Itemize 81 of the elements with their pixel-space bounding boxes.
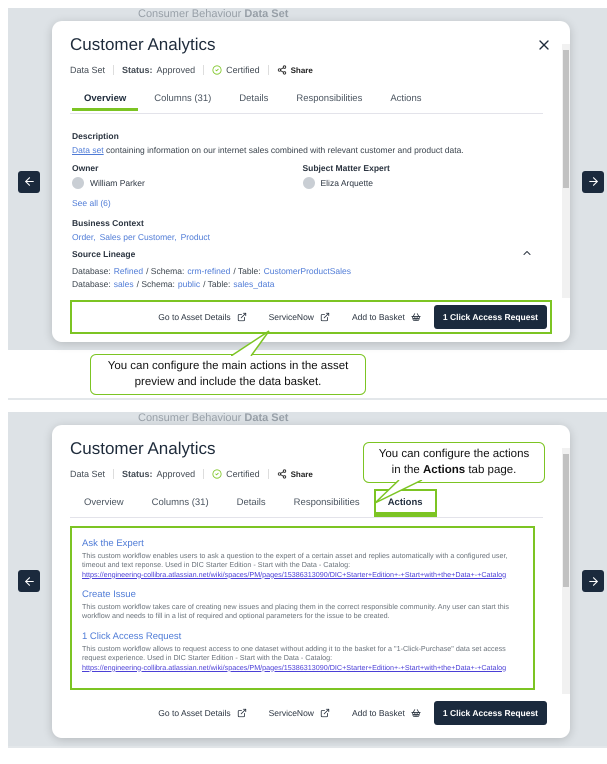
action-title-link[interactable]: 1 Click Access Request xyxy=(82,630,523,642)
asset-type: Data Set xyxy=(70,65,106,75)
tab[interactable]: Details xyxy=(225,85,282,113)
dialog-title: Customer Analytics xyxy=(70,439,216,460)
tab[interactable]: Columns (31) xyxy=(140,85,226,113)
lineage-link[interactable]: Refined xyxy=(114,266,144,276)
arrow-right-icon xyxy=(586,574,600,588)
next-arrow-button[interactable] xyxy=(582,170,604,193)
footer-action-button[interactable]: Go to Asset Details xyxy=(149,305,256,330)
footer-action-button[interactable]: 1 Click Access Request xyxy=(434,700,547,725)
background-page-title: Consumer Behaviour Data Set xyxy=(137,412,290,426)
description-link[interactable]: Data set xyxy=(72,145,104,155)
description-text: Data set containing information on our internet sales combined with relevant customer and product data. xyxy=(72,145,465,156)
lineage-link[interactable]: public xyxy=(178,279,200,290)
avatar-icon xyxy=(72,177,84,190)
lineage-link[interactable]: sales_data xyxy=(233,279,274,290)
basket-icon xyxy=(410,708,421,718)
previous-arrow-button[interactable] xyxy=(18,570,40,592)
tab[interactable]: Actions xyxy=(376,85,436,113)
footer-action-button[interactable]: ServiceNow xyxy=(260,305,339,330)
lineage-label: / Schema: xyxy=(146,266,184,276)
tab[interactable]: Responsibilities xyxy=(282,85,376,113)
share-button[interactable]: Share xyxy=(268,65,313,75)
context-tag-link[interactable]: Order, xyxy=(72,232,96,242)
check-circle-icon xyxy=(212,469,222,480)
lineage-label: / Table: xyxy=(233,266,261,276)
person-name: William Parker xyxy=(90,178,145,188)
next-arrow-button[interactable] xyxy=(582,570,604,592)
share-icon xyxy=(276,65,287,75)
callout-text: You can configure the main actions in the asset preview and include the data basket. xyxy=(108,360,348,388)
lineage-link[interactable]: crm-refined xyxy=(187,266,230,276)
share-icon xyxy=(276,469,287,480)
arrow-left-icon xyxy=(22,175,36,188)
footer-action-button[interactable]: 1 Click Access Request xyxy=(434,305,547,330)
arrow-left-icon xyxy=(22,574,36,588)
tab[interactable]: Overview xyxy=(70,489,138,518)
context-tag-link[interactable]: Sales per Customer, xyxy=(100,232,177,242)
check-circle-icon xyxy=(212,65,222,75)
asset-type: Data Set xyxy=(70,469,106,480)
tab[interactable]: Details xyxy=(222,489,280,518)
context-tag-link[interactable]: Product xyxy=(180,232,210,242)
asset-status: Status: Approved xyxy=(113,65,204,75)
basket-icon xyxy=(410,312,421,322)
section-heading: Description xyxy=(72,131,120,141)
dialog-title: Customer Analytics xyxy=(70,35,216,55)
tab[interactable]: Overview xyxy=(70,85,140,113)
footer-action-button[interactable]: Add to Basket xyxy=(342,305,430,330)
external-link-icon xyxy=(320,312,330,322)
avatar-icon xyxy=(302,177,314,190)
tab[interactable]: Responsibilities xyxy=(280,489,374,518)
share-button[interactable]: Share xyxy=(268,469,313,480)
tab[interactable]: Columns (31) xyxy=(138,489,223,518)
see-all-link[interactable]: See all (6) xyxy=(72,198,111,208)
person-name: Eliza Arquette xyxy=(320,178,373,188)
arrow-right-icon xyxy=(586,175,600,188)
scrollbar[interactable] xyxy=(562,44,570,298)
lineage-link[interactable]: sales xyxy=(114,279,134,290)
external-link-icon xyxy=(236,708,247,718)
asset-status: Status: Approved xyxy=(113,469,204,480)
scrollbar[interactable] xyxy=(562,448,570,694)
callout-text: You can configure the actions in the Actions tab page. xyxy=(378,448,530,476)
external-link-icon xyxy=(320,708,330,718)
certified-label: Certified xyxy=(226,65,260,75)
previous-arrow-button[interactable] xyxy=(18,170,40,193)
action-title-link[interactable]: Ask the Expert xyxy=(82,538,523,550)
certified-label: Certified xyxy=(226,469,260,480)
footer-action-button[interactable]: Add to Basket xyxy=(342,700,430,725)
external-link-icon xyxy=(236,312,247,322)
section-heading: Owner xyxy=(72,163,100,174)
section-heading: Subject Matter Expert xyxy=(302,163,391,174)
action-title-link[interactable]: Create Issue xyxy=(82,589,523,600)
lineage-link[interactable]: CustomerProductSales xyxy=(264,266,351,276)
background-page-title: Consumer Behaviour Data Set xyxy=(137,8,290,21)
section-heading: Source Lineage xyxy=(72,249,136,260)
footer-action-button[interactable]: ServiceNow xyxy=(260,700,339,725)
lineage-label: Database: xyxy=(72,279,111,290)
lineage-label: / Schema: xyxy=(136,279,175,290)
section-heading: Business Context xyxy=(72,218,145,228)
lineage-label: / Table: xyxy=(203,279,230,290)
footer-action-button[interactable]: Go to Asset Details xyxy=(149,700,256,725)
lineage-label: Database: xyxy=(72,266,111,276)
